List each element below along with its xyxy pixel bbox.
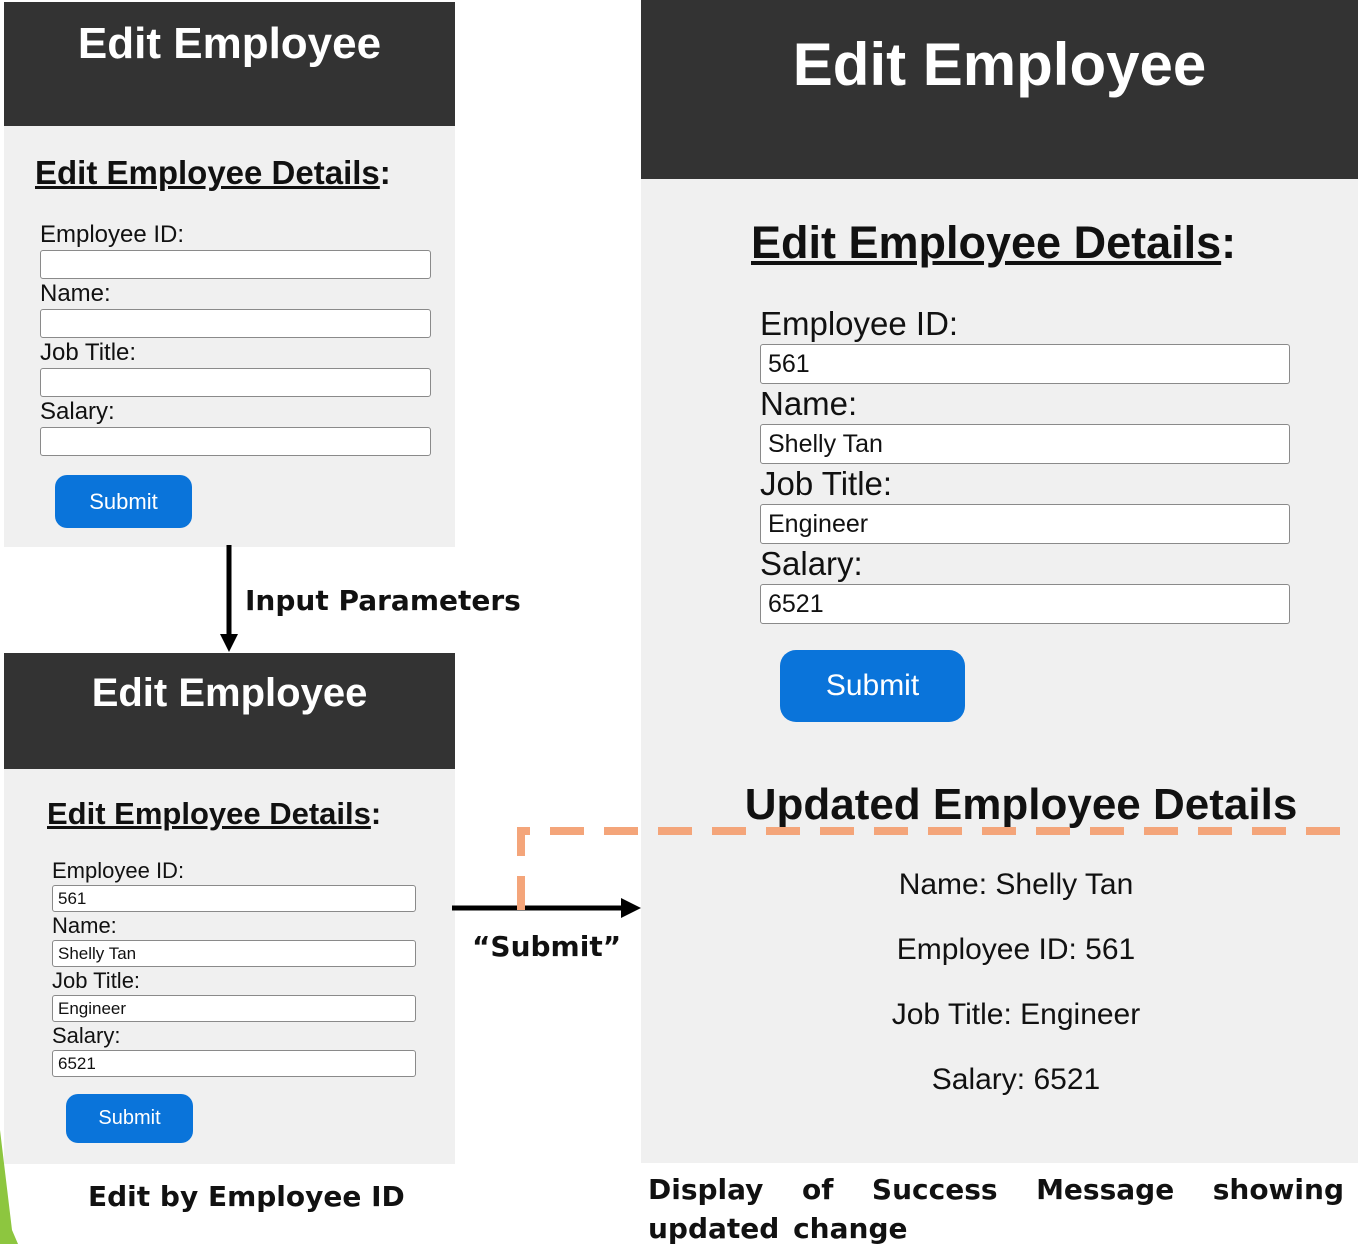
job-title-label: Job Title: — [52, 968, 141, 993]
submit-button[interactable]: Submit — [66, 1094, 193, 1143]
name-label: Name: — [40, 280, 111, 307]
form-subtitle-text: Edit Employee Details — [751, 217, 1222, 268]
page-header: Edit Employee — [4, 2, 455, 126]
name-field[interactable] — [40, 309, 431, 338]
job-title-field[interactable] — [40, 368, 431, 397]
page-header: Edit Employee — [4, 653, 455, 769]
submit-action-label: “Submit” — [472, 930, 622, 963]
updated-id-line: Employee ID: 561 — [896, 933, 1136, 966]
job-title-field[interactable] — [52, 995, 416, 1022]
input-parameters-label: Input Parameters — [245, 584, 521, 617]
edit-form-empty-panel: Edit Employee Edit Employee Details: Emp… — [4, 2, 455, 547]
form-subtitle: Edit Employee Details: — [47, 796, 381, 832]
employee-form: Employee ID: Name: Job Title: Salary: — [52, 857, 416, 1077]
updated-job-title-line: Job Title: Engineer — [891, 998, 1141, 1031]
form-subtitle-colon: : — [1221, 217, 1237, 268]
name-field[interactable] — [760, 424, 1290, 464]
submit-button[interactable]: Submit — [780, 650, 965, 722]
form-subtitle-colon: : — [379, 154, 391, 191]
header-title: Edit Employee — [792, 31, 1207, 98]
form-subtitle-text: Edit Employee Details — [35, 154, 380, 191]
success-caption: Display of Success Message showing updat… — [648, 1173, 1344, 1245]
salary-field[interactable] — [52, 1050, 416, 1077]
employee-form: Employee ID: Name: Job Title: Salary: — [40, 220, 431, 456]
form-subtitle-colon: : — [370, 796, 382, 831]
employee-id-field[interactable] — [40, 250, 431, 279]
salary-label: Salary: — [40, 398, 115, 425]
employee-form: Employee ID: Name: Job Title: Salary: — [760, 304, 1290, 624]
name-field[interactable] — [52, 940, 416, 967]
header-title: Edit Employee — [77, 19, 382, 68]
updated-name-line: Name: Shelly Tan — [898, 868, 1134, 901]
submit-button[interactable]: Submit — [55, 475, 192, 528]
form-subtitle: Edit Employee Details: — [751, 217, 1236, 269]
form-subtitle-text: Edit Employee Details — [47, 796, 371, 831]
name-label: Name: — [52, 913, 117, 938]
employee-id-label: Employee ID: — [760, 305, 959, 342]
salary-field[interactable] — [760, 584, 1290, 624]
name-label: Name: — [760, 385, 858, 422]
job-title-field[interactable] — [760, 504, 1290, 544]
salary-label: Salary: — [760, 545, 863, 582]
success-panel: Edit Employee Edit Employee Details: Emp… — [641, 0, 1358, 1163]
edit-form-filled-panel: Edit Employee Edit Employee Details: Emp… — [4, 653, 455, 1164]
salary-label: Salary: — [52, 1023, 121, 1048]
updated-details-title: Updated Employee Details — [744, 780, 1298, 829]
edit-by-id-caption: Edit by Employee ID — [88, 1180, 405, 1213]
page-header: Edit Employee — [641, 0, 1358, 179]
employee-id-label: Employee ID: — [40, 221, 185, 248]
header-title: Edit Employee — [91, 671, 368, 715]
updated-salary-line: Salary: 6521 — [931, 1063, 1101, 1096]
job-title-label: Job Title: — [760, 465, 893, 502]
employee-id-label: Employee ID: — [52, 858, 185, 883]
employee-id-field[interactable] — [760, 344, 1290, 384]
job-title-label: Job Title: — [40, 339, 137, 366]
employee-id-field[interactable] — [52, 885, 416, 912]
form-subtitle: Edit Employee Details: — [35, 154, 391, 192]
salary-field[interactable] — [40, 427, 431, 456]
